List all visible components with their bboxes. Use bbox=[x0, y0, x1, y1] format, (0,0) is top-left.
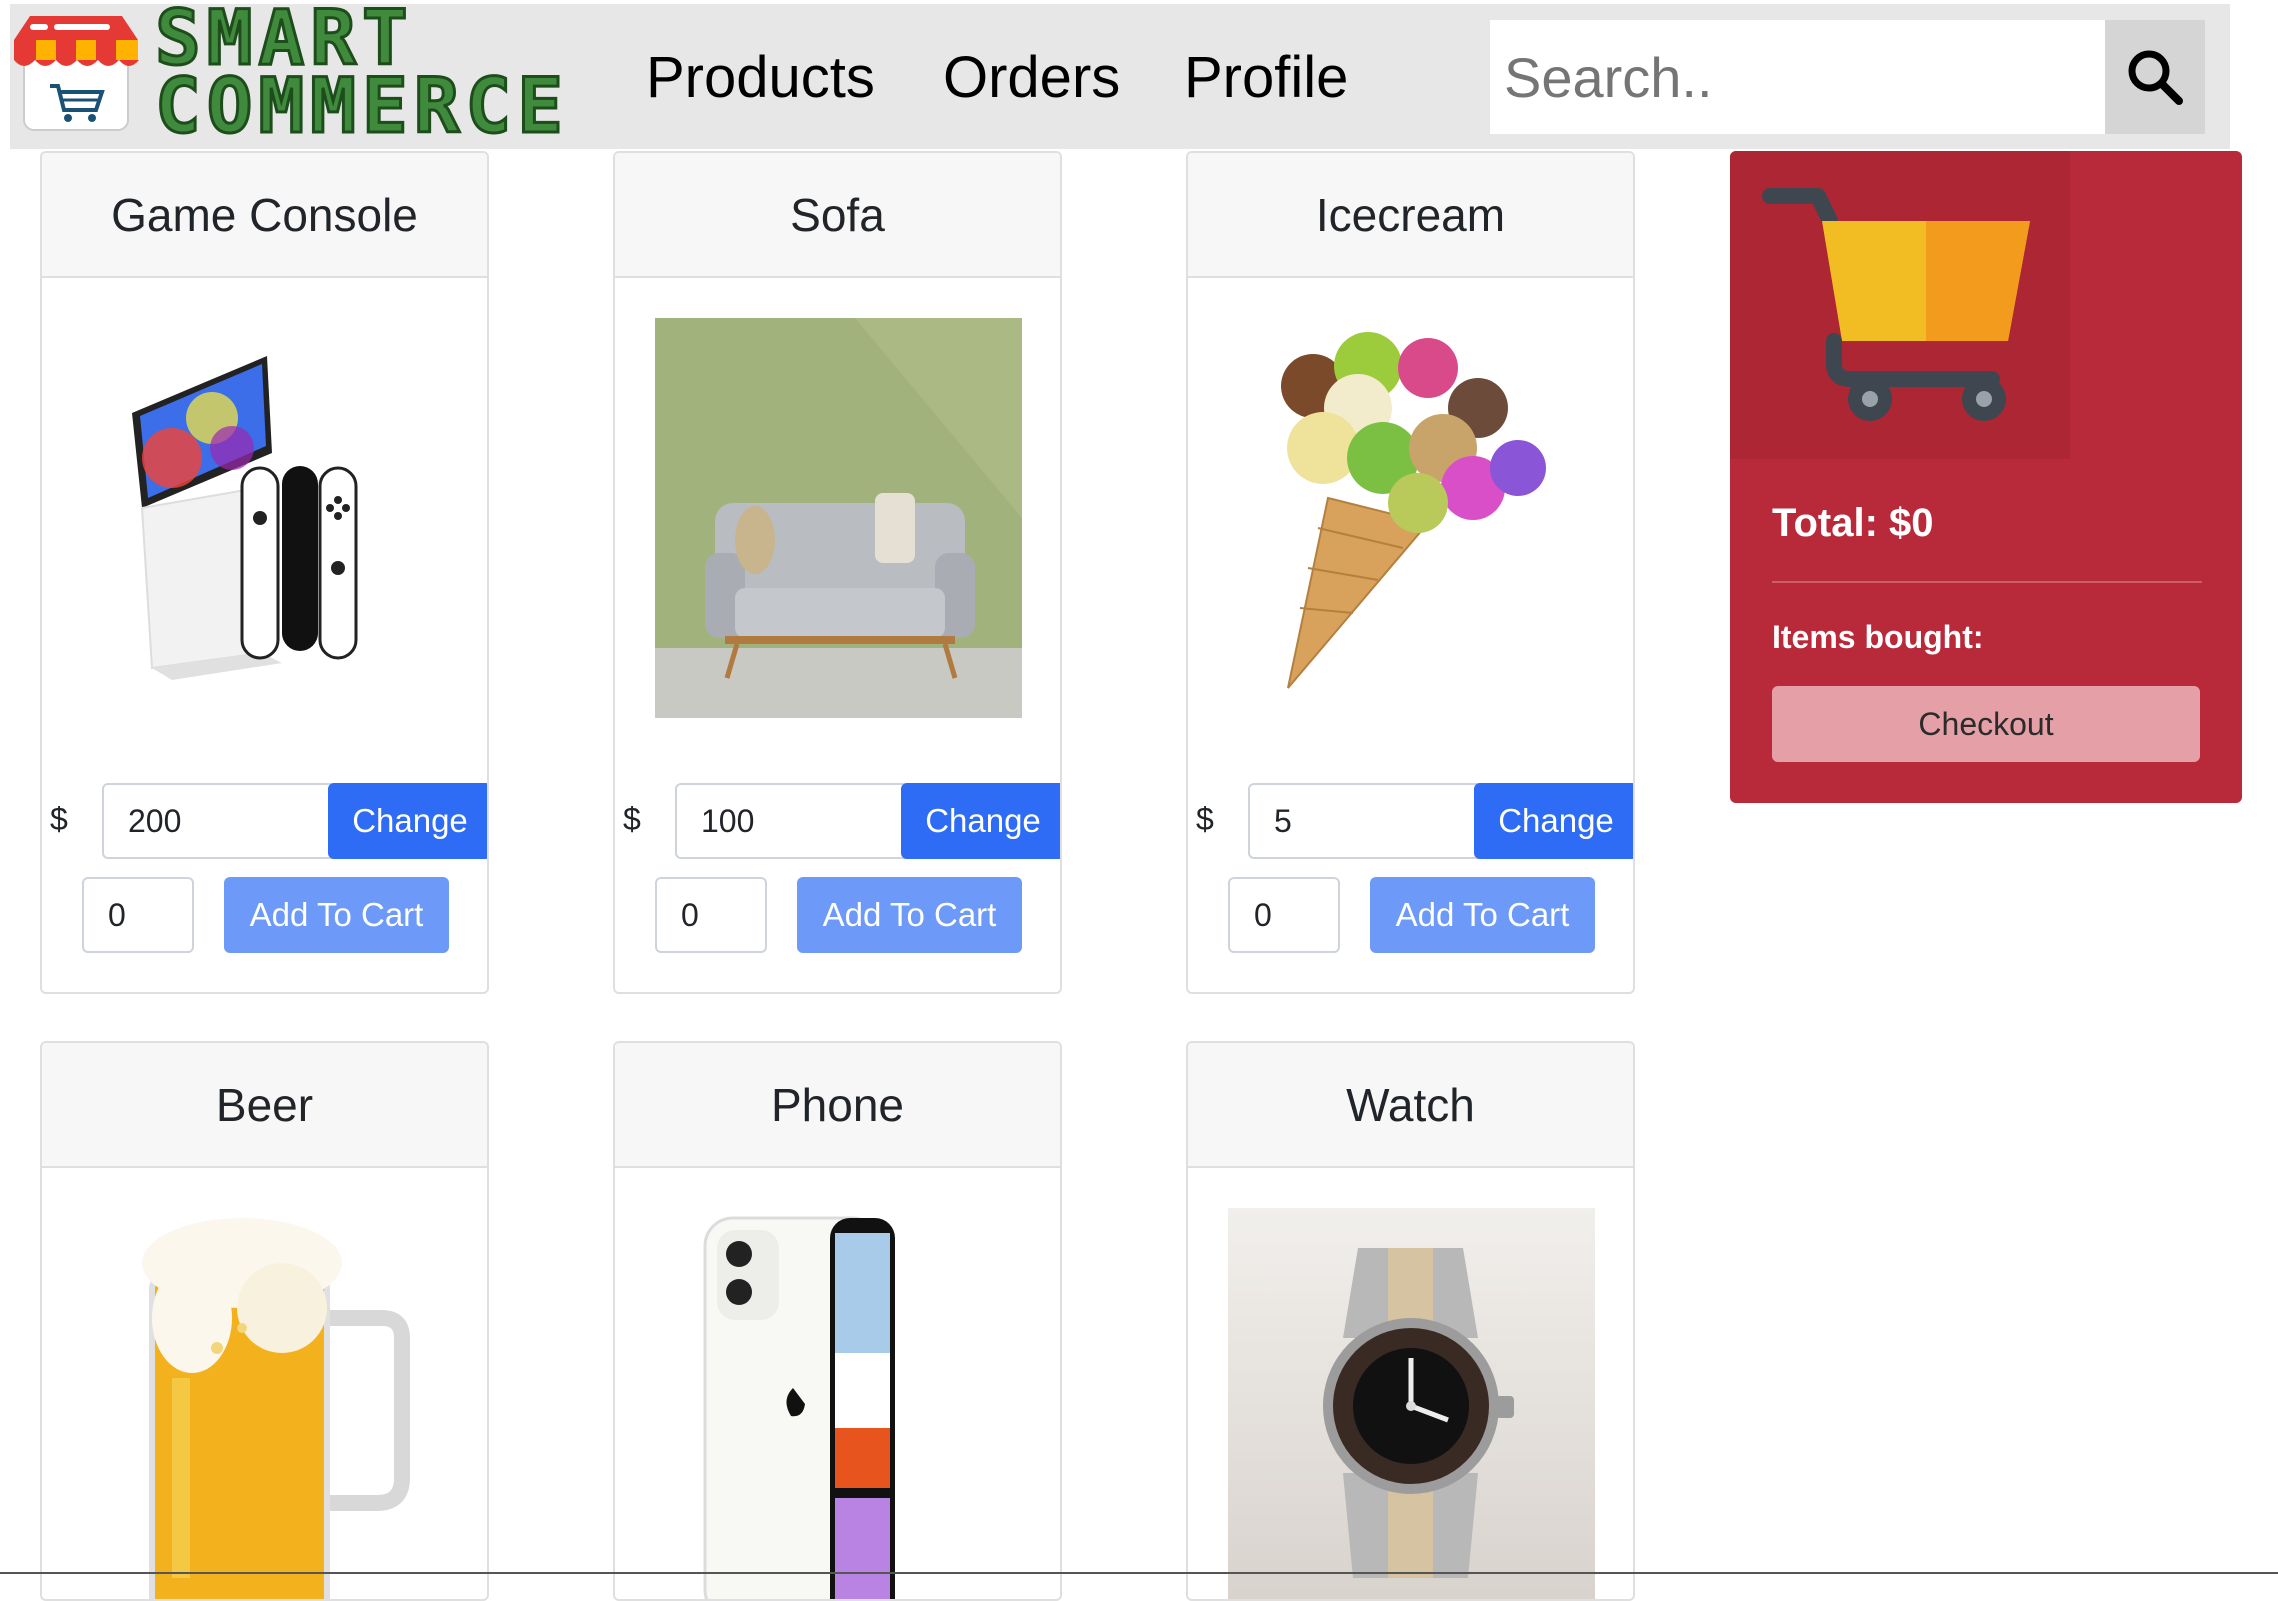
cart-panel: Total: $0 Items bought: Checkout bbox=[1730, 151, 2242, 803]
add-to-cart-button[interactable]: Add To Cart bbox=[224, 877, 449, 953]
product-card: Icecream $ Change Add To Cart bbox=[1186, 151, 1635, 994]
phone-image bbox=[655, 1208, 1022, 1599]
product-title: Phone bbox=[615, 1043, 1060, 1168]
nav-products-link[interactable]: Products bbox=[646, 44, 875, 111]
cart-total: Total: $0 bbox=[1772, 501, 1934, 545]
watch-image bbox=[1228, 1208, 1595, 1599]
product-card: Sofa $ Change Add To Cart bbox=[613, 151, 1062, 994]
product-title: Beer bbox=[42, 1043, 487, 1168]
brand-line-2: COMMERCE bbox=[154, 61, 570, 150]
change-price-button[interactable]: Change bbox=[328, 783, 487, 859]
product-card: Phone bbox=[613, 1041, 1062, 1601]
game-console-image bbox=[82, 318, 449, 718]
search-input[interactable] bbox=[1490, 20, 2105, 134]
add-to-cart-button[interactable]: Add To Cart bbox=[1370, 877, 1595, 953]
product-title: Sofa bbox=[615, 153, 1060, 278]
nav-profile-link[interactable]: Profile bbox=[1184, 44, 1348, 111]
brand-logo[interactable]: SMART COMMERCE bbox=[10, 0, 610, 149]
sofa-image bbox=[655, 318, 1022, 718]
add-to-cart-button[interactable]: Add To Cart bbox=[797, 877, 1022, 953]
quantity-input[interactable] bbox=[1228, 877, 1340, 953]
product-card: Game Console $ Change Add To Cart bbox=[40, 151, 489, 994]
currency-symbol: $ bbox=[623, 801, 641, 837]
beer-image bbox=[82, 1208, 449, 1599]
brand-wordmark: SMART COMMERCE bbox=[154, 0, 625, 150]
currency-symbol: $ bbox=[50, 801, 68, 837]
currency-symbol: $ bbox=[1196, 801, 1214, 837]
shopping-cart-icon bbox=[1762, 188, 2030, 421]
price-row: $ Change bbox=[623, 783, 1060, 859]
search-icon bbox=[2128, 50, 2183, 105]
quantity-input[interactable] bbox=[655, 877, 767, 953]
store-cart-logo-icon bbox=[14, 16, 139, 131]
product-card: Watch bbox=[1186, 1041, 1635, 1601]
product-card: Beer bbox=[40, 1041, 489, 1601]
price-row: $ Change bbox=[50, 783, 487, 859]
change-price-button[interactable]: Change bbox=[1474, 783, 1633, 859]
product-title: Watch bbox=[1188, 1043, 1633, 1168]
product-title: Icecream bbox=[1188, 153, 1633, 278]
quantity-input[interactable] bbox=[82, 877, 194, 953]
product-title: Game Console bbox=[42, 153, 487, 278]
items-bought-label: Items bought: bbox=[1772, 619, 1984, 655]
change-price-button[interactable]: Change bbox=[901, 783, 1060, 859]
search-button[interactable] bbox=[2105, 20, 2205, 134]
checkout-button[interactable]: Checkout bbox=[1772, 686, 2200, 762]
price-row: $ Change bbox=[1196, 783, 1633, 859]
icecream-image bbox=[1228, 318, 1595, 718]
cart-image bbox=[1730, 151, 2070, 459]
navbar: SMART COMMERCE Products Orders Profile bbox=[10, 0, 2230, 149]
cart-divider bbox=[1772, 581, 2202, 583]
nav-orders-link[interactable]: Orders bbox=[943, 44, 1120, 111]
